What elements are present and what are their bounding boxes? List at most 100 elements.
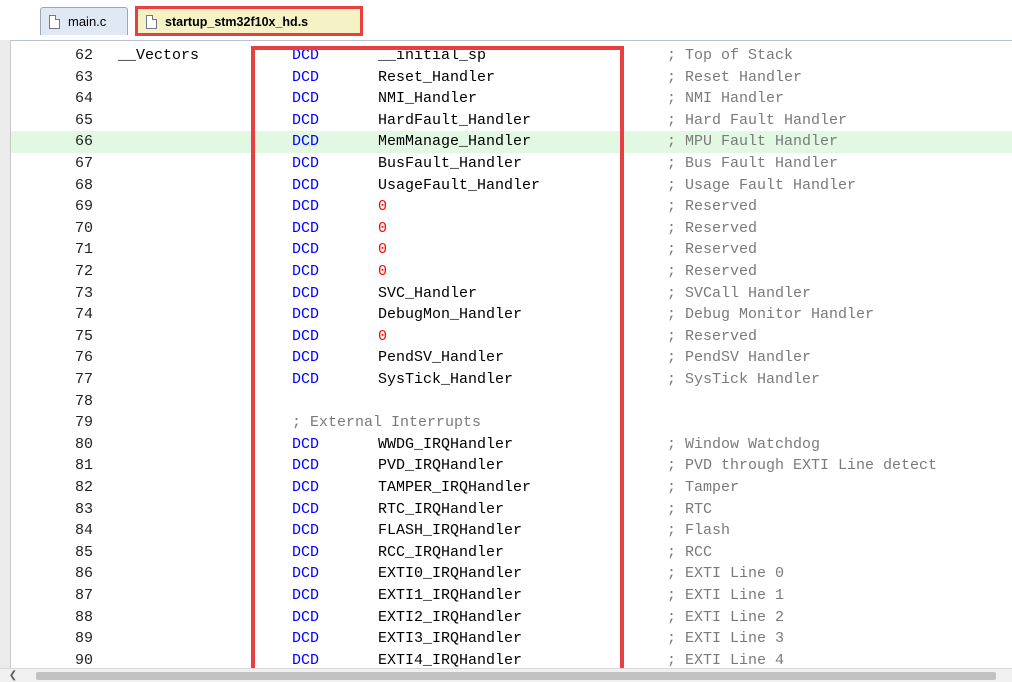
line-number: 87	[74, 587, 93, 604]
file-icon	[146, 14, 157, 29]
directive-keyword: DCD	[292, 111, 320, 129]
scrollbar-thumb[interactable]	[36, 672, 996, 680]
code-comment: ; Reset Handler	[667, 68, 803, 86]
operand: EXTI3_IRQHandler	[378, 630, 523, 648]
operand: NMI_Handler	[378, 90, 478, 108]
code-line[interactable]: 70 DCD 0 ; Reserved	[11, 218, 1012, 240]
code-comment: ; PVD through EXTI Line detect	[667, 457, 938, 475]
operand: 0	[378, 263, 388, 280]
code-line[interactable]: 64 DCD NMI_Handler ; NMI Handler	[11, 88, 1012, 110]
line-number: 68	[74, 176, 93, 194]
code-comment: ; Bus Fault Handler	[667, 155, 839, 172]
operand: SysTick_Handler	[378, 371, 514, 388]
directive-keyword: DCD	[292, 263, 320, 280]
code-line[interactable]: 63 DCD Reset_Handler ; Reset Handler	[11, 67, 1012, 89]
code-line[interactable]: 71 DCD 0 ; Reserved	[11, 239, 1012, 261]
code-line[interactable]: 68 DCD UsageFault_Handler ; Usage Fault Han…	[11, 175, 1012, 197]
code-comment: ; Usage Fault Handler	[667, 176, 857, 194]
code-comment: ; EXTI Line 4	[667, 651, 785, 668]
code-comment: ; Debug Monitor Handler	[667, 306, 875, 324]
code-line[interactable]: 82 DCD TAMPER_IRQHandler ; Tamper	[11, 477, 1012, 499]
line-number: 85	[74, 543, 93, 561]
directive-keyword: DCD	[292, 284, 320, 302]
line-number: 86	[74, 565, 93, 583]
code-line[interactable]: 88 DCD EXTI2_IRQHandler ; EXTI Line 2	[11, 607, 1012, 629]
tab-label: startup_stm32f10x_hd.s	[165, 14, 309, 29]
code-line[interactable]: 89 DCD EXTI3_IRQHandler ; EXTI Line 3	[11, 628, 1012, 650]
code-line[interactable]: 90 DCD EXTI4_IRQHandler ; EXTI Line 4	[11, 650, 1012, 668]
code-comment: ; EXTI Line 1	[667, 587, 785, 604]
code-line[interactable]: 75 DCD 0 ; Reserved	[11, 326, 1012, 348]
code-comment: ; SysTick Handler	[667, 371, 821, 388]
code-line[interactable]: 79 ; External Interrupts	[11, 412, 1012, 434]
tab-label: main.c	[68, 14, 107, 29]
operand: BusFault_Handler	[378, 155, 523, 172]
line-number: 84	[74, 522, 93, 540]
code-comment: ; RCC	[667, 543, 713, 561]
code-line[interactable]: 87 DCD EXTI1_IRQHandler ; EXTI Line 1	[11, 585, 1012, 607]
code-line[interactable]: 84 DCD FLASH_IRQHandler ; Flash	[11, 520, 1012, 542]
code-line[interactable]: 65 DCD HardFault_Handler ; Hard Fault Handl…	[11, 110, 1012, 132]
code-comment: ; EXTI Line 0	[667, 565, 785, 583]
code-line[interactable]: 73 DCD SVC_Handler ; SVCall Handler	[11, 283, 1012, 305]
code-comment: ; Tamper	[667, 479, 740, 496]
operand: EXTI2_IRQHandler	[378, 608, 523, 626]
code-line[interactable]: 62 __Vectors DCD __initial_sp ; Top of Stack	[11, 45, 1012, 67]
scroll-left-arrow-icon[interactable]: ❮	[2, 669, 24, 682]
operand: HardFault_Handler	[378, 111, 532, 129]
tab-startup-file[interactable]: startup_stm32f10x_hd.s	[137, 7, 362, 35]
operand: TAMPER_IRQHandler	[378, 479, 532, 496]
code-comment: ; Reserved	[667, 219, 758, 237]
line-number: 64	[74, 90, 93, 108]
directive-keyword: DCD	[292, 198, 320, 216]
code-line[interactable]: 81 DCD PVD_IRQHandler ; PVD through EXTI Li…	[11, 455, 1012, 477]
directive-keyword: DCD	[292, 155, 320, 172]
line-number: 82	[74, 479, 93, 496]
code-line[interactable]: 67 DCD BusFault_Handler ; Bus Fault Handler	[11, 153, 1012, 175]
code-line[interactable]: 69 DCD 0 ; Reserved	[11, 196, 1012, 218]
horizontal-scrollbar[interactable]: ❮	[0, 668, 1012, 682]
line-number: 75	[74, 327, 93, 345]
line-number: 81	[74, 457, 93, 475]
line-number: 65	[74, 111, 93, 129]
tab-main-c[interactable]: main.c	[40, 7, 128, 35]
code-line[interactable]: 78	[11, 391, 1012, 413]
code-editor[interactable]: 62 __Vectors DCD __initial_sp ; Top of Stack…	[11, 41, 1012, 668]
code-line[interactable]: 66 DCD MemManage_Handler ; MPU Fault Handle…	[11, 131, 1012, 153]
directive-keyword: DCD	[292, 176, 320, 194]
code-line[interactable]: 74 DCD DebugMon_Handler ; Debug Monitor Han…	[11, 304, 1012, 326]
line-number: 90	[74, 651, 93, 668]
operand: RCC_IRQHandler	[378, 543, 505, 561]
code-line[interactable]: 83 DCD RTC_IRQHandler ; RTC	[11, 499, 1012, 521]
line-number: 66	[74, 133, 93, 151]
code-line[interactable]: 85 DCD RCC_IRQHandler ; RCC	[11, 542, 1012, 564]
line-number: 69	[74, 198, 93, 216]
line-number: 71	[74, 241, 93, 259]
line-number: 72	[74, 263, 93, 280]
operand: FLASH_IRQHandler	[378, 522, 523, 540]
code-line[interactable]: 77 DCD SysTick_Handler ; SysTick Handler	[11, 369, 1012, 391]
operand: MemManage_Handler	[378, 133, 532, 151]
code-line[interactable]: 76 DCD PendSV_Handler ; PendSV Handler	[11, 347, 1012, 369]
directive-keyword: DCD	[292, 435, 320, 453]
code-line[interactable]: 72 DCD 0 ; Reserved	[11, 261, 1012, 283]
code-label: __Vectors	[118, 47, 200, 64]
code-line[interactable]: 80 DCD WWDG_IRQHandler ; Window Watchdog	[11, 434, 1012, 456]
file-icon	[49, 14, 60, 29]
operand: PVD_IRQHandler	[378, 457, 505, 475]
code-line[interactable]: 86 DCD EXTI0_IRQHandler ; EXTI Line 0	[11, 563, 1012, 585]
code-comment: ; Reserved	[667, 198, 758, 216]
code-comment: ; NMI Handler	[667, 90, 785, 108]
line-number: 83	[74, 500, 93, 518]
line-number: 77	[74, 371, 93, 388]
editor-left-margin	[0, 40, 11, 668]
operand: DebugMon_Handler	[378, 306, 523, 324]
operand: Reset_Handler	[378, 68, 496, 86]
line-number: 89	[74, 630, 93, 648]
line-number: 67	[74, 155, 93, 172]
line-number: 78	[74, 392, 93, 410]
directive-keyword: DCD	[292, 565, 320, 583]
operand: 0	[378, 219, 388, 237]
directive-keyword: DCD	[292, 543, 320, 561]
operand: SVC_Handler	[378, 284, 478, 302]
